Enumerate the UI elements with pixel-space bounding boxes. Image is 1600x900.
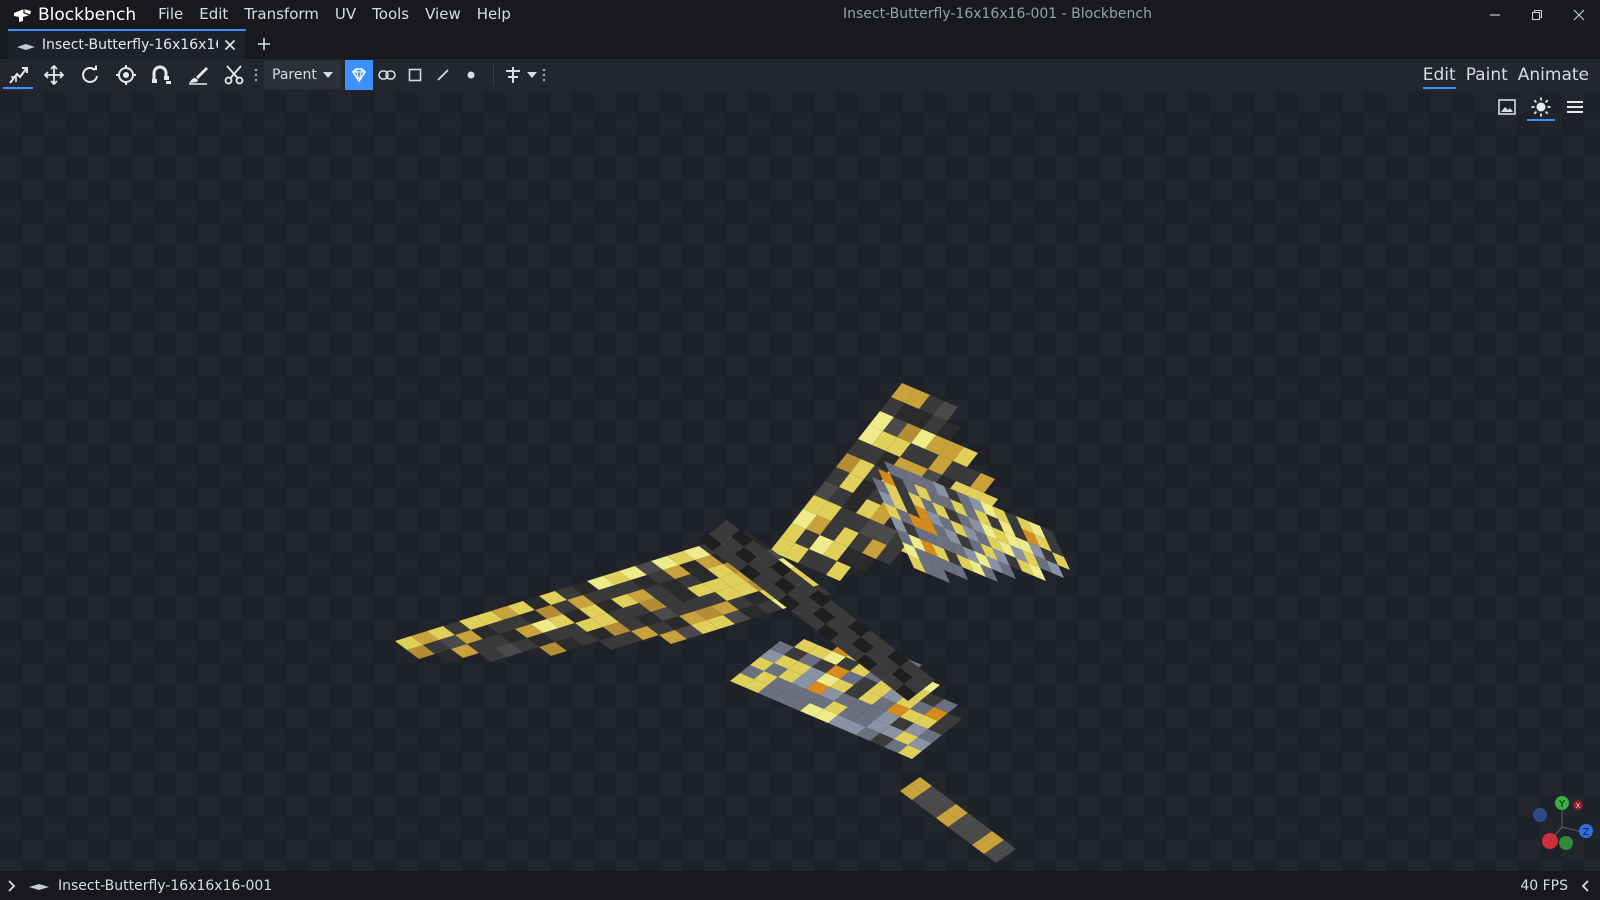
menu-help[interactable]: Help — [469, 0, 519, 29]
close-icon — [225, 39, 236, 51]
move-pivot-tool[interactable] — [0, 59, 36, 91]
restore-icon — [1531, 9, 1543, 20]
knife-tool[interactable] — [216, 59, 252, 91]
image-icon — [1498, 99, 1516, 115]
expand-panels-button[interactable] — [0, 871, 24, 900]
toolbar: Parent Edit Paint Animate — [0, 59, 1600, 91]
chevron-down-icon — [526, 72, 537, 78]
chevron-right-icon — [8, 879, 16, 892]
screenshot-button[interactable] — [1490, 93, 1524, 121]
pivot-tool[interactable] — [108, 59, 144, 91]
mirror-modeling-toggle[interactable] — [502, 60, 524, 90]
close-icon — [1573, 9, 1585, 20]
gizmo-x-negative[interactable] — [1533, 808, 1547, 822]
chevron-left-icon — [1581, 879, 1589, 892]
object-mode-icon — [351, 68, 366, 83]
pivot-icon — [116, 65, 136, 85]
tab-close-button[interactable] — [222, 37, 238, 53]
edge-selection-mode[interactable] — [429, 60, 457, 90]
move-icon — [44, 65, 64, 85]
rotate-icon — [82, 65, 98, 83]
transform-space-select[interactable]: Parent — [264, 61, 341, 89]
blockbench-model-icon — [29, 883, 49, 890]
status-right: 40 FPS — [1520, 871, 1594, 900]
tab-label: Insect-Butterfly-16x16x16-001 — [41, 37, 218, 53]
gizmo-y-label: Y — [1558, 799, 1566, 810]
move-tool[interactable] — [36, 59, 72, 91]
toolbar-overflow-handle-2[interactable] — [540, 59, 548, 91]
brush-icon — [189, 67, 208, 85]
viewport-menu-button[interactable] — [1558, 93, 1592, 121]
link-icon — [378, 70, 396, 80]
vertex-selection-mode[interactable] — [457, 60, 485, 90]
more-vertical-icon — [254, 68, 258, 82]
new-tab-button[interactable] — [250, 29, 278, 59]
app-brand: Blockbench — [0, 0, 150, 29]
cluster-selection-mode[interactable] — [373, 60, 401, 90]
restore-button[interactable] — [1516, 0, 1558, 29]
app-name: Blockbench — [38, 4, 137, 25]
gizmo-z-label: Z — [1583, 827, 1590, 838]
plus-icon — [258, 38, 270, 50]
menu-tools[interactable]: Tools — [364, 0, 417, 29]
toolbar-divider — [492, 64, 494, 86]
mode-tab-animate[interactable]: Animate — [1513, 59, 1594, 91]
menu-view[interactable]: View — [417, 0, 469, 29]
menu-transform[interactable]: Transform — [236, 0, 327, 29]
menu-file[interactable]: File — [150, 0, 191, 29]
blockbench-model-icon — [16, 44, 35, 50]
collapse-panels-button[interactable] — [1576, 871, 1594, 900]
status-bar: Insect-Butterfly-16x16x16-001 40 FPS — [0, 871, 1600, 900]
model-format-indicator — [24, 871, 54, 900]
toolbar-overflow-handle[interactable] — [252, 59, 260, 91]
vertex-icon — [467, 71, 475, 79]
chevron-down-icon — [322, 72, 333, 78]
gizmo-x-axis[interactable] — [1542, 833, 1558, 849]
mode-tab-paint[interactable]: Paint — [1461, 59, 1513, 91]
gizmo-x-label: X — [1576, 802, 1581, 810]
menu-edit[interactable]: Edit — [191, 0, 236, 29]
tab-bar: Insect-Butterfly-16x16x16-001 — [0, 29, 1600, 59]
minimize-icon — [1490, 13, 1500, 16]
lighting-toggle[interactable] — [1524, 93, 1558, 121]
menu-icon — [1567, 101, 1583, 113]
brush-tool[interactable] — [180, 59, 216, 91]
transform-space-value: Parent — [272, 67, 317, 83]
viewport-controls — [1490, 93, 1592, 121]
face-icon — [408, 68, 422, 82]
fps-counter: 40 FPS — [1520, 877, 1568, 894]
vertex-snap-tool[interactable] — [144, 59, 180, 91]
status-model-name: Insect-Butterfly-16x16x16-001 — [58, 877, 273, 894]
tab-insect-butterfly[interactable]: Insect-Butterfly-16x16x16-001 — [8, 29, 246, 59]
title-bar: Blockbench File Edit Transform UV Tools … — [0, 0, 1600, 29]
menu-uv[interactable]: UV — [327, 0, 364, 29]
more-vertical-icon — [542, 68, 546, 82]
object-selection-mode[interactable] — [344, 60, 373, 90]
gizmo-y-negative[interactable] — [1559, 836, 1573, 850]
rotate-tool[interactable] — [72, 59, 108, 91]
vertex-snap-icon — [152, 65, 171, 84]
mirror-icon — [505, 67, 520, 83]
butterfly-model — [395, 383, 1070, 863]
edge-icon — [437, 69, 449, 81]
mirror-options-dropdown[interactable] — [524, 60, 540, 90]
move-pivot-icon — [9, 67, 28, 84]
close-window-button[interactable] — [1558, 0, 1600, 29]
3d-viewport[interactable]: Y X Z — [0, 91, 1600, 871]
orientation-gizmo[interactable]: Y X Z — [1530, 793, 1594, 857]
mode-tab-edit[interactable]: Edit — [1418, 59, 1461, 91]
mode-selector: Edit Paint Animate — [1418, 59, 1594, 91]
blockbench-logo-icon — [14, 8, 31, 22]
face-selection-mode[interactable] — [401, 60, 429, 90]
lighting-icon — [1531, 97, 1551, 117]
scissors-icon — [224, 65, 244, 85]
minimize-button[interactable] — [1474, 0, 1516, 29]
window-controls — [1474, 0, 1600, 29]
